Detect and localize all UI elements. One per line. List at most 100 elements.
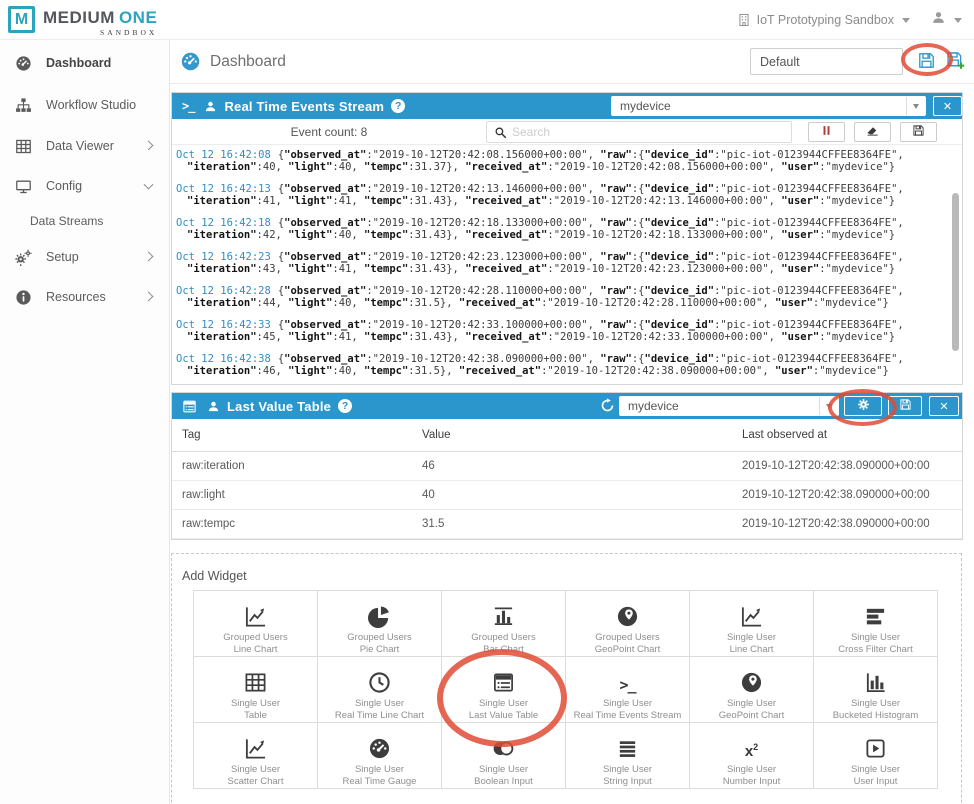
sidebar-item-data-viewer[interactable]: Data Viewer [0,129,170,163]
event-log-entry: Oct 12 16:42:33{"observed_at":"2019-10-1… [176,319,948,343]
events-toolbar: Event count: 8 [172,119,962,145]
sidebar-item-setup[interactable]: Setup [0,240,170,274]
widget-item-line2: Boolean Input [474,776,533,788]
pause-stream-button[interactable] [808,122,845,142]
add-widget-single-user-string-input[interactable]: Single User String Input [566,723,690,789]
scrollbar-thumb[interactable] [952,193,959,351]
add-widget-single-user-table[interactable]: Single User Table [194,657,318,723]
widget-item-line1: Single User [231,698,280,710]
sidebar-item-workflow-studio[interactable]: Workflow Studio [0,88,170,122]
event-log-area: Oct 12 16:42:08{"observed_at":"2019-10-1… [172,145,962,385]
line-chart-icon [244,596,267,628]
add-widget-single-user-geopoint-chart[interactable]: Single User GeoPoint Chart [690,657,814,723]
clear-stream-button[interactable] [854,122,891,142]
widget-item-line2: GeoPoint Chart [595,644,660,656]
device-select[interactable]: mydevice [611,96,926,116]
add-widget-single-user-bucketed-histogram[interactable]: Single User Bucketed Histogram [814,657,938,723]
widget-item-line2: GeoPoint Chart [719,710,784,722]
event-timestamp: Oct 12 16:42:13 [176,183,271,195]
toggle-icon [492,728,515,760]
geopoint-icon [740,662,763,694]
clock-icon [368,662,391,694]
add-dashboard-button[interactable] [944,51,966,73]
monitor-icon [14,178,32,195]
widget-item-line2: User Input [854,776,898,788]
sidebar-item-label: Dashboard [46,56,111,70]
last-value-widget: Last Value Table ? mydevice ✕ Tag V [171,392,963,540]
help-icon[interactable]: ? [391,99,405,113]
histogram-icon [864,662,887,694]
event-log-entry: Oct 12 16:42:18{"observed_at":"2019-10-1… [176,217,948,241]
sidebar-item-data-streams[interactable]: Data Streams [0,204,170,238]
cell-tag: raw:iteration [182,460,245,472]
events-stream-widget: >_ Real Time Events Stream ? mydevice ✕ … [171,92,963,385]
chevron-right-icon [144,251,154,261]
list-icon [492,662,515,694]
add-widget-single-user-number-input[interactable]: x2 Single User Number Input [690,723,814,789]
add-widget-single-user-scatter-chart[interactable]: Single User Scatter Chart [194,723,318,789]
add-widget-label: Add Widget [182,569,247,583]
table-header-row: Tag Value Last observed at [172,419,962,452]
eraser-icon [866,124,879,140]
sidebar-item-resources[interactable]: Resources [0,280,170,314]
brand-text: MEDIUMONE SANDBOX [43,4,157,37]
chevron-right-icon [144,291,154,301]
last-value-widget-header: Last Value Table ? mydevice ✕ [172,393,962,419]
widget-settings-button[interactable] [844,396,882,416]
sidebar-item-config[interactable]: Config [0,169,170,203]
play-box-icon [864,728,887,760]
add-widget-single-user-real-time-line-chart[interactable]: Single User Real Time Line Chart [318,657,442,723]
event-log-entry: Oct 12 16:42:13{"observed_at":"2019-10-1… [176,183,948,207]
save-stream-button[interactable] [900,122,937,142]
brand-logo[interactable]: M MEDIUMONE SANDBOX [8,4,157,37]
org-label: IoT Prototyping Sandbox [757,13,894,27]
column-header-value: Value [422,429,451,441]
event-log-entry: Oct 12 16:42:38{"observed_at":"2019-10-1… [176,353,948,377]
add-widget-single-user-user-input[interactable]: Single User User Input [814,723,938,789]
list-icon [182,399,197,414]
line-chart-icon [740,596,763,628]
add-widget-grouped-users-geopoint-chart[interactable]: Grouped Users GeoPoint Chart [566,591,690,657]
add-widget-single-user-last-value-table[interactable]: Single User Last Value Table [442,657,566,723]
building-icon [737,13,751,27]
sidebar-item-dashboard[interactable]: Dashboard [0,46,170,80]
cell-value: 31.5 [422,518,444,530]
save-icon [899,398,912,414]
device-select[interactable]: mydevice [619,396,839,416]
widget-item-line2: Table [244,710,267,722]
dashboard-name-input[interactable] [750,48,903,75]
gear-icon [857,398,870,414]
close-widget-button[interactable]: ✕ [933,96,962,116]
event-log-entry: Oct 12 16:42:23{"observed_at":"2019-10-1… [176,251,948,275]
add-widget-single-user-cross-filter-chart[interactable]: Single User Cross Filter Chart [814,591,938,657]
user-menu[interactable] [931,0,962,40]
save-widget-button[interactable] [888,396,922,416]
terminal-icon: >_ [619,662,635,694]
search-input[interactable] [512,125,791,139]
column-header-last-observed: Last observed at [742,429,827,441]
sidebar-item-label: Data Streams [30,214,103,228]
org-selector[interactable]: IoT Prototyping Sandbox [737,0,910,40]
help-icon[interactable]: ? [338,399,352,413]
add-widget-single-user-real-time-events-stream[interactable]: >_ Single User Real Time Events Stream [566,657,690,723]
widget-item-line1: Single User [727,632,776,644]
widget-item-line1: Single User [603,764,652,776]
add-widget-grouped-users-bar-chart[interactable]: Grouped Users Bar Chart [442,591,566,657]
cross-filter-icon [864,596,887,628]
widget-item-line1: Single User [479,698,528,710]
event-timestamp: Oct 12 16:42:08 [176,149,271,161]
refresh-icon[interactable] [600,398,615,413]
add-widget-grouped-users-pie-chart[interactable]: Grouped Users Pie Chart [318,591,442,657]
save-dashboard-button[interactable] [915,51,937,73]
add-widget-grouped-users-line-chart[interactable]: Grouped Users Line Chart [194,591,318,657]
close-widget-button[interactable]: ✕ [929,396,959,416]
table-row: raw:iteration 46 2019-10-12T20:42:38.090… [172,452,962,481]
search-box [486,121,792,143]
add-widget-single-user-real-time-gauge[interactable]: Single User Real Time Gauge [318,723,442,789]
gauge-icon [14,55,32,72]
add-widget-single-user-line-chart[interactable]: Single User Line Chart [690,591,814,657]
top-bar: M MEDIUMONE SANDBOX IoT Prototyping Sand… [0,0,974,40]
add-widget-single-user-boolean-input[interactable]: Single User Boolean Input [442,723,566,789]
pie-chart-icon [368,596,391,628]
widget-item-line2: Line Chart [234,644,278,656]
